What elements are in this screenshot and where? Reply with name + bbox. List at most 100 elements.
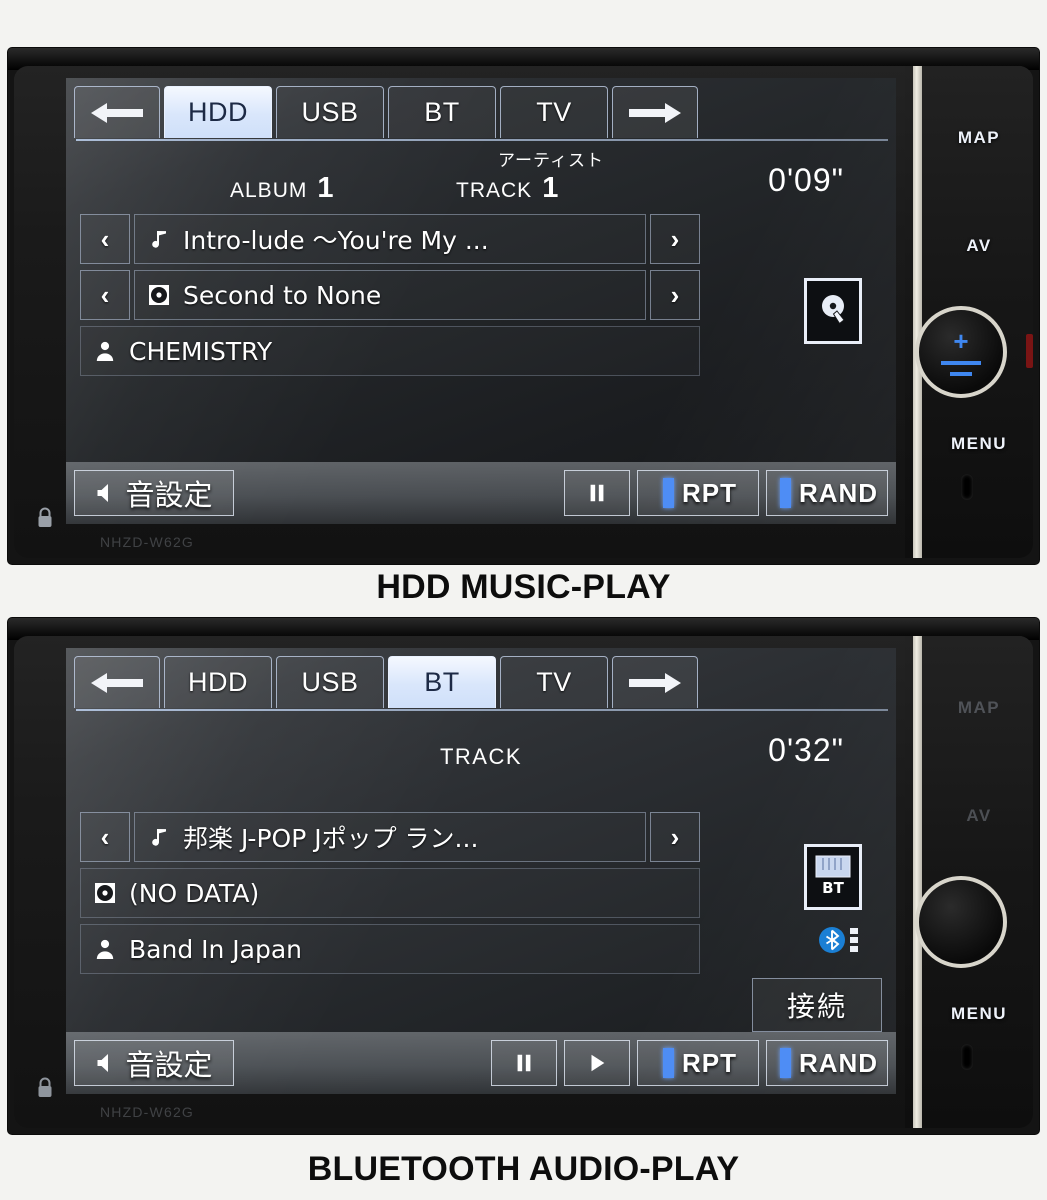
prev-track-button-2[interactable]: ‹ xyxy=(80,812,130,862)
title-text: Intro-lude 〜You're My ... xyxy=(183,226,489,255)
caption-bt: BLUETOOTH AUDIO-PLAY xyxy=(307,1150,740,1188)
random-button[interactable]: RAND xyxy=(766,470,888,516)
album-field[interactable]: Second to None xyxy=(134,270,646,320)
tab-hdd-2[interactable]: HDD xyxy=(164,656,272,708)
tab-underline xyxy=(76,139,888,141)
map-button-2[interactable]: MAP xyxy=(929,698,1029,718)
artist-text: CHEMISTRY xyxy=(129,336,273,366)
metadata-rows-bt: ‹ 邦楽 J-POP Jポップ ラン... › (NO DATA) Band I… xyxy=(80,812,700,980)
person-icon xyxy=(91,935,119,963)
album-text-2: (NO DATA) xyxy=(129,878,260,908)
hardware-panel-hdd: MAP AV + MENU xyxy=(905,66,1033,558)
tab-bt-2[interactable]: BT xyxy=(388,656,496,708)
sound-settings-label-2: 音設定 xyxy=(125,1048,213,1082)
tab-bt[interactable]: BT xyxy=(388,86,496,138)
artist-caption: アーティスト xyxy=(498,151,604,170)
random-button-2[interactable]: RAND xyxy=(766,1040,888,1086)
pause-button[interactable] xyxy=(564,470,630,516)
av-button-2[interactable]: AV xyxy=(929,806,1029,826)
volume-knob-2[interactable] xyxy=(915,876,1007,968)
volume-knob[interactable]: + xyxy=(915,306,1007,398)
tab-usb[interactable]: USB xyxy=(276,86,384,138)
map-button[interactable]: MAP xyxy=(929,128,1029,148)
random-led xyxy=(779,478,791,508)
repeat-label-2: RPT xyxy=(682,1047,737,1078)
metadata-rows-hdd: ‹ Intro-lude 〜You're My ... › ‹ Second t… xyxy=(80,214,700,382)
prev-track-button[interactable]: ‹ xyxy=(80,214,130,264)
repeat-led xyxy=(663,478,674,508)
album-text: Second to None xyxy=(183,280,382,310)
tab-hdd[interactable]: HDD xyxy=(164,86,272,138)
knob-plus-label: + xyxy=(953,326,969,356)
title-text-2: 邦楽 J-POP Jポップ ラン... xyxy=(183,824,479,853)
menu-button[interactable]: MENU xyxy=(929,434,1029,454)
pause-button-2[interactable] xyxy=(491,1040,557,1086)
tab-tv-label: TV xyxy=(536,97,572,127)
reset-nub xyxy=(1026,334,1033,368)
disc-icon xyxy=(145,281,173,309)
row-album: ‹ Second to None › xyxy=(80,270,700,320)
next-album-button[interactable]: › xyxy=(650,270,700,320)
av-button[interactable]: AV xyxy=(929,236,1029,256)
tab-hdd-label-2: HDD xyxy=(188,667,248,697)
sound-settings-button-2[interactable]: 音設定 xyxy=(74,1040,234,1086)
sound-settings-button[interactable]: 音設定 xyxy=(74,470,234,516)
arrow-right-icon xyxy=(629,672,681,693)
repeat-button-2[interactable]: RPT xyxy=(637,1040,759,1086)
tab-next-arrow[interactable] xyxy=(612,86,698,138)
album-info: ALBUM 1 xyxy=(230,172,335,205)
hdd-icon xyxy=(804,278,862,344)
tab-tv[interactable]: TV xyxy=(500,86,608,138)
transport-bar-bt: 音設定 RPT RAND xyxy=(66,1032,896,1094)
track-info: TRACK 1 xyxy=(456,172,559,205)
now-playing-info-2: TRACK 0'32" xyxy=(66,714,896,776)
music-note-icon xyxy=(145,823,173,851)
caption-hdd: HDD MUSIC-PLAY xyxy=(376,568,671,606)
pause-icon xyxy=(590,484,604,502)
source-tab-bar-2: HDD USB BT TV xyxy=(74,656,890,708)
head-unit-hdd: HDD USB BT TV ALBUM 1 アーティスト TRACK 1 0'0… xyxy=(8,48,1039,564)
source-tab-bar: HDD USB BT TV xyxy=(74,86,890,138)
silver-trim-strip-2 xyxy=(913,636,922,1128)
connect-button[interactable]: 接続 xyxy=(752,978,882,1032)
track-label-2: TRACK xyxy=(439,744,523,769)
random-led-2 xyxy=(779,1048,791,1078)
title-field[interactable]: Intro-lude 〜You're My ... xyxy=(134,214,646,264)
arrow-left-icon xyxy=(91,672,143,693)
title-field-2[interactable]: 邦楽 J-POP Jポップ ラン... xyxy=(134,812,646,862)
elapsed-time-2: 0'32" xyxy=(768,732,844,768)
model-number-text-2: NHZD-W62G xyxy=(100,1104,195,1120)
artist-field-2: Band In Japan xyxy=(80,924,700,974)
now-playing-info: ALBUM 1 アーティスト TRACK 1 0'09" xyxy=(66,144,896,206)
tab-next-arrow-2[interactable] xyxy=(612,656,698,708)
transport-bar-hdd: 音設定 RPT RAND xyxy=(66,462,896,524)
row-title-2: ‹ 邦楽 J-POP Jポップ ラン... › xyxy=(80,812,700,862)
disc-icon xyxy=(91,879,119,907)
menu-button-2[interactable]: MENU xyxy=(929,1004,1029,1024)
row-artist: CHEMISTRY xyxy=(80,326,700,376)
lock-icon xyxy=(36,506,54,530)
tab-tv-2[interactable]: TV xyxy=(500,656,608,708)
tab-usb-label-2: USB xyxy=(301,667,359,697)
repeat-led-2 xyxy=(663,1048,674,1078)
tab-usb-2[interactable]: USB xyxy=(276,656,384,708)
knob-minus-bar xyxy=(950,372,972,376)
repeat-button[interactable]: RPT xyxy=(637,470,759,516)
silver-trim-strip xyxy=(913,66,922,558)
prev-album-button[interactable]: ‹ xyxy=(80,270,130,320)
play-icon xyxy=(591,1054,605,1072)
tab-prev-arrow[interactable] xyxy=(74,86,160,138)
bluetooth-status xyxy=(818,926,858,954)
play-button-2[interactable] xyxy=(564,1040,630,1086)
track-label: TRACK xyxy=(456,179,533,202)
next-track-button-2[interactable]: › xyxy=(650,812,700,862)
random-label-2: RAND xyxy=(798,1047,879,1078)
arrow-left-icon xyxy=(91,102,143,123)
photo-collage: HDD USB BT TV ALBUM 1 アーティスト TRACK 1 0'0… xyxy=(0,0,1047,1200)
bt-device-icon: BT xyxy=(804,844,862,910)
head-unit-bt: HDD USB BT TV TRACK 0'32" ‹ 邦楽 J-POP Jポッ… xyxy=(8,618,1039,1134)
next-track-button[interactable]: › xyxy=(650,214,700,264)
row-artist-2: Band In Japan xyxy=(80,924,700,974)
track-value: 1 xyxy=(542,172,560,204)
tab-prev-arrow-2[interactable] xyxy=(74,656,160,708)
